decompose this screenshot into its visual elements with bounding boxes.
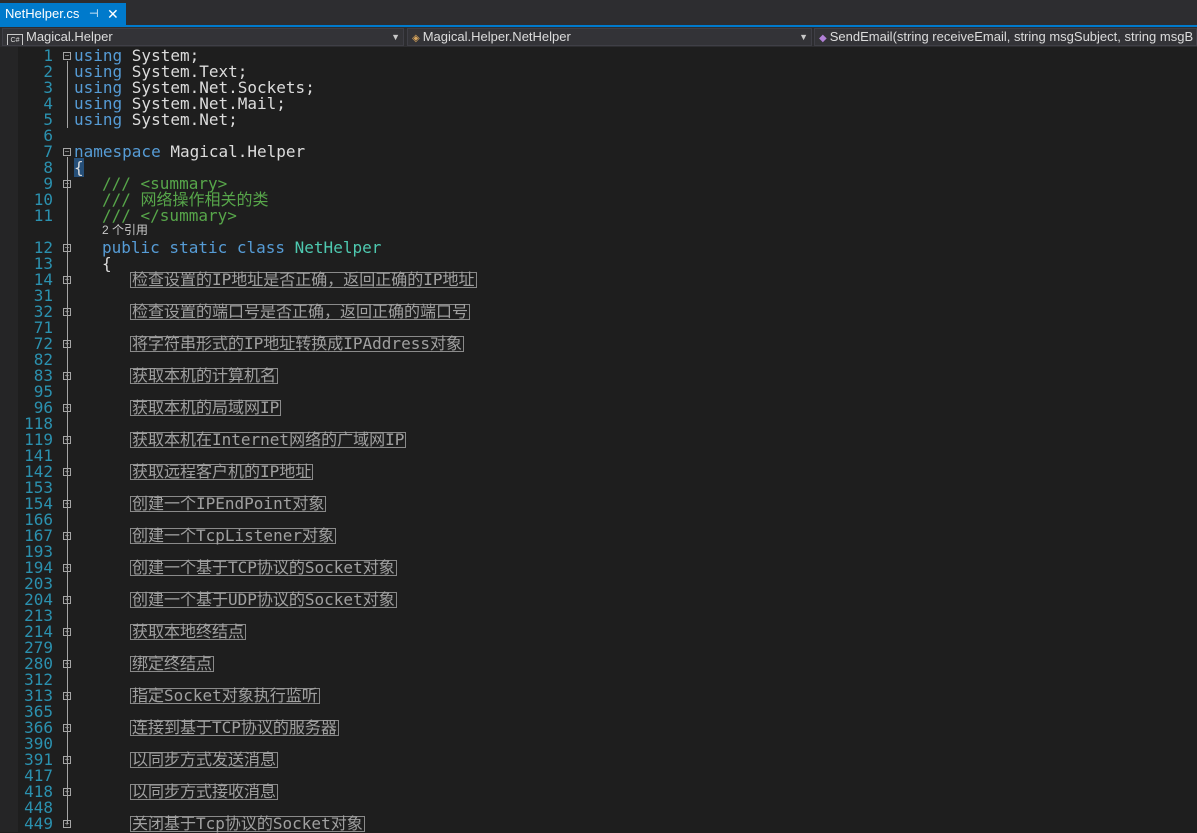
expand-toggle-icon[interactable]: + bbox=[63, 436, 71, 444]
collapsed-region[interactable]: 关闭基于Tcp协议的Socket对象 bbox=[130, 816, 365, 832]
collapsed-region[interactable]: 绑定终结点 bbox=[130, 656, 215, 672]
navigation-bar: C# Magical.Helper ▼ ◈ Magical.Helper.NetHe… bbox=[0, 27, 1197, 47]
collapse-toggle-icon[interactable]: − bbox=[63, 148, 71, 156]
collapse-toggle-icon[interactable]: − bbox=[63, 244, 71, 252]
expand-toggle-icon[interactable]: + bbox=[63, 788, 71, 796]
collapsed-region[interactable]: 将字符串形式的IP地址转换成IPAddress对象 bbox=[130, 336, 464, 352]
close-icon[interactable]: ✕ bbox=[107, 3, 119, 25]
project-name: Magical.Helper bbox=[26, 29, 113, 44]
outline-guide bbox=[67, 60, 68, 128]
expand-toggle-icon[interactable]: + bbox=[63, 404, 71, 412]
expand-toggle-icon[interactable]: + bbox=[63, 596, 71, 604]
collapsed-region[interactable]: 获取远程客户机的IP地址 bbox=[130, 464, 314, 480]
collapsed-region[interactable]: 创建一个基于UDP协议的Socket对象 bbox=[130, 592, 397, 608]
expand-toggle-icon[interactable]: + bbox=[63, 340, 71, 348]
csharp-project-icon: C# bbox=[7, 34, 23, 45]
expand-toggle-icon[interactable]: + bbox=[63, 308, 71, 316]
code-line: { bbox=[102, 254, 112, 273]
expand-toggle-icon[interactable]: + bbox=[63, 468, 71, 476]
project-dropdown[interactable]: C# Magical.Helper ▼ bbox=[2, 28, 404, 46]
expand-toggle-icon[interactable]: + bbox=[63, 372, 71, 380]
collapsed-region[interactable]: 创建一个基于TCP协议的Socket对象 bbox=[130, 560, 397, 576]
expand-toggle-icon[interactable]: + bbox=[63, 724, 71, 732]
collapsed-region[interactable]: 连接到基于TCP协议的服务器 bbox=[130, 720, 339, 736]
expand-toggle-icon[interactable]: + bbox=[63, 692, 71, 700]
expand-toggle-icon[interactable]: + bbox=[63, 756, 71, 764]
expand-toggle-icon[interactable]: + bbox=[63, 660, 71, 668]
collapse-toggle-icon[interactable]: − bbox=[63, 52, 71, 60]
pin-icon[interactable]: ⊣ bbox=[89, 3, 99, 25]
class-dropdown[interactable]: ◈ Magical.Helper.NetHelper ▼ bbox=[407, 28, 812, 46]
collapsed-region[interactable]: 获取本机的局域网IP bbox=[130, 400, 282, 416]
line-number: 449 bbox=[24, 814, 53, 833]
collapsed-region[interactable]: 获取本机的计算机名 bbox=[130, 368, 279, 384]
collapsed-region[interactable]: 以同步方式接收消息 bbox=[130, 784, 279, 800]
line-number: 11 bbox=[33, 206, 53, 225]
collapsed-region[interactable]: 指定Socket对象执行监听 bbox=[130, 688, 320, 704]
collapsed-region[interactable]: 获取本地终结点 bbox=[130, 624, 247, 640]
expand-toggle-icon[interactable]: + bbox=[63, 564, 71, 572]
collapsed-region[interactable]: 创建一个IPEndPoint对象 bbox=[130, 496, 327, 512]
expand-toggle-icon[interactable]: + bbox=[63, 276, 71, 284]
chevron-down-icon: ▼ bbox=[391, 32, 400, 42]
tab-nethelper-cs[interactable]: NetHelper.cs ⊣ ✕ bbox=[0, 3, 126, 25]
code-line: using System.Net; bbox=[74, 110, 238, 129]
expand-toggle-icon[interactable]: + bbox=[63, 500, 71, 508]
codelens-references[interactable]: 2 个引用 bbox=[102, 222, 148, 238]
collapsed-region[interactable]: 检查设置的IP地址是否正确，返回正确的IP地址 bbox=[130, 272, 477, 288]
code-line: public static class NetHelper bbox=[102, 238, 382, 257]
document-tab-bar: NetHelper.cs ⊣ ✕ bbox=[0, 0, 1197, 25]
code-line: { bbox=[74, 158, 84, 177]
member-name: SendEmail(string receiveEmail, string ms… bbox=[829, 29, 1194, 44]
expand-toggle-icon[interactable]: + bbox=[63, 628, 71, 636]
collapsed-region[interactable]: 创建一个TcpListener对象 bbox=[130, 528, 336, 544]
collapse-toggle-icon[interactable]: − bbox=[63, 180, 71, 188]
code-line: namespace Magical.Helper bbox=[74, 142, 306, 161]
class-name: Magical.Helper.NetHelper bbox=[422, 29, 571, 44]
collapsed-region[interactable]: 以同步方式发送消息 bbox=[130, 752, 279, 768]
chevron-down-icon: ▼ bbox=[799, 32, 808, 42]
collapsed-region[interactable]: 获取本机在Internet网络的广域网IP bbox=[130, 432, 407, 448]
tab-title: NetHelper.cs bbox=[5, 6, 80, 21]
expand-toggle-icon[interactable]: + bbox=[63, 820, 71, 828]
collapsed-region[interactable]: 检查设置的端口号是否正确，返回正确的端口号 bbox=[130, 304, 471, 320]
member-dropdown[interactable]: ◆ SendEmail(string receiveEmail, string m… bbox=[814, 28, 1197, 46]
expand-toggle-icon[interactable]: + bbox=[63, 532, 71, 540]
method-icon: ◆ bbox=[819, 33, 827, 44]
class-icon: ◈ bbox=[412, 33, 420, 44]
